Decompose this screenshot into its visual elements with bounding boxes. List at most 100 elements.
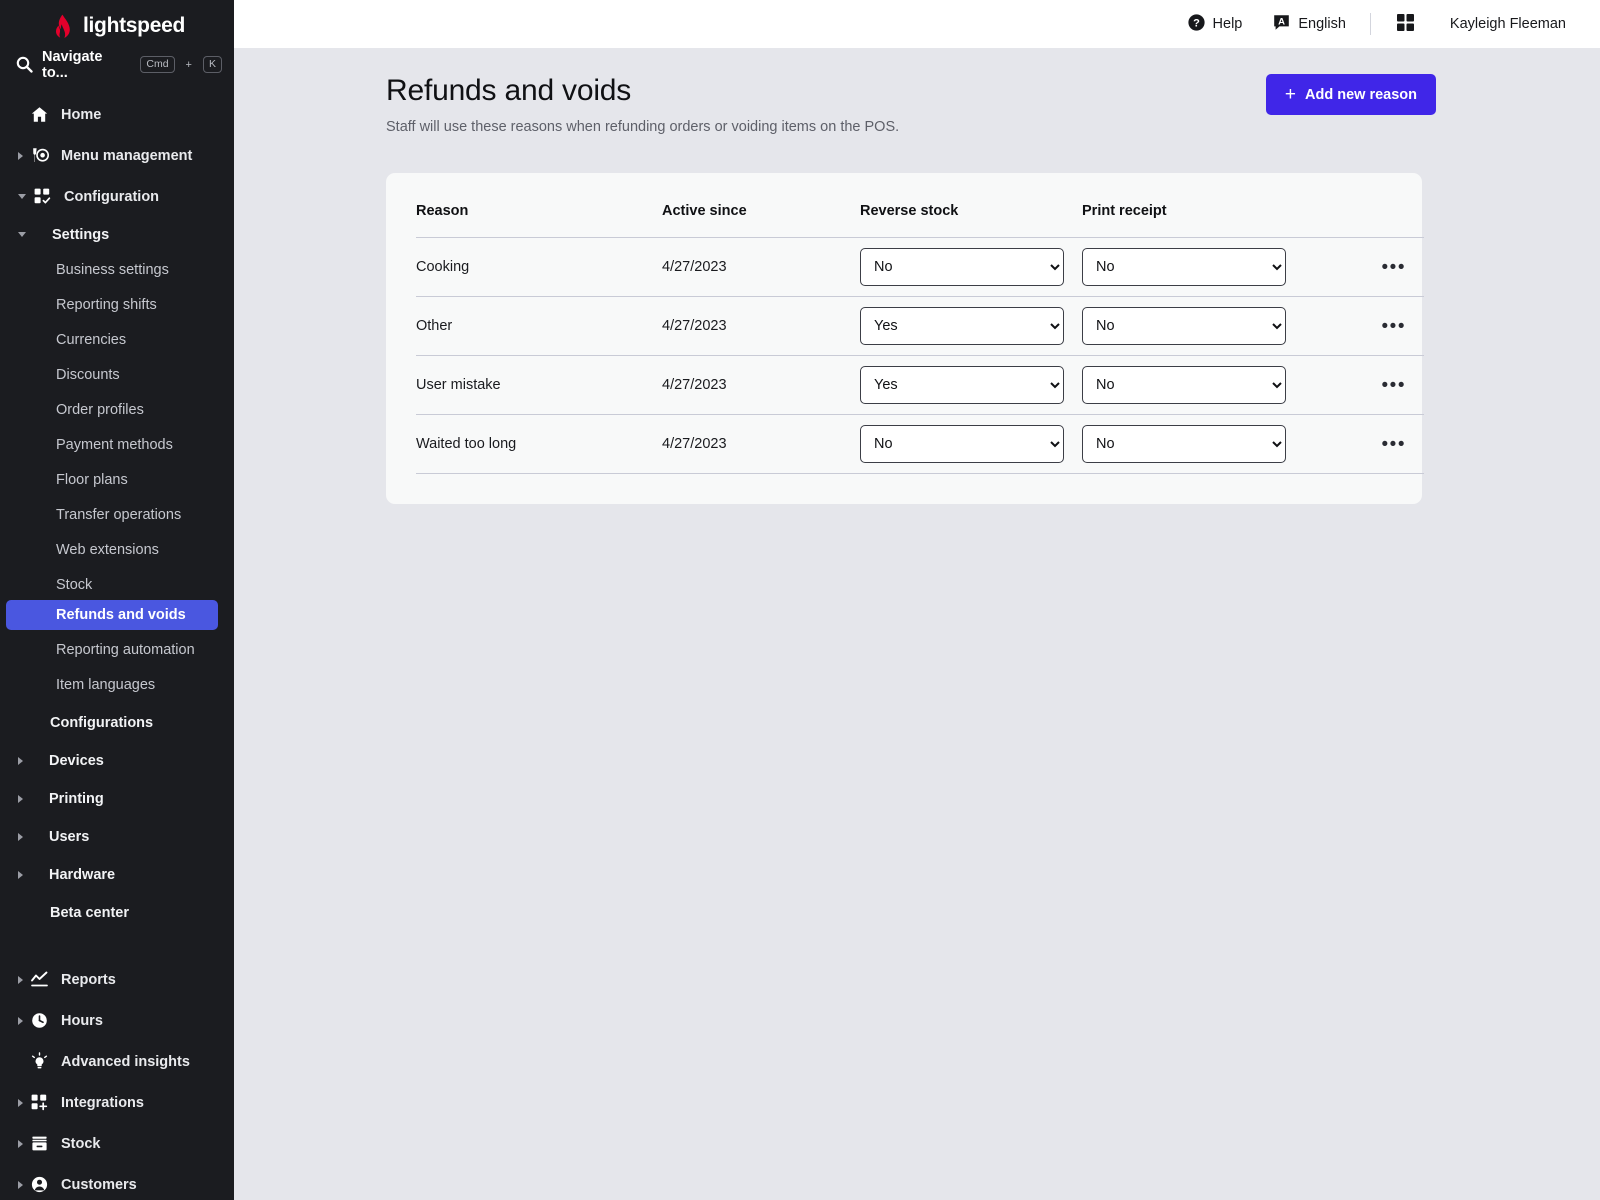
row-menu-button[interactable]: ••• [1376, 431, 1412, 458]
table-head: Reason Active since Reverse stock Print … [416, 199, 1424, 238]
reverse-stock-select[interactable]: YesNo [860, 307, 1064, 345]
chevron-right-icon[interactable] [18, 151, 23, 160]
chevron-down-icon[interactable] [18, 232, 26, 238]
sidebar-item-refunds-and-voids[interactable]: Refunds and voids [6, 599, 218, 630]
user-menu[interactable]: Kayleigh Fleeman [1450, 16, 1566, 32]
table-header-row: Reason Active since Reverse stock Print … [416, 199, 1424, 238]
sidebar-item-users[interactable]: Users [0, 822, 234, 852]
chevron-right-icon[interactable] [18, 1139, 23, 1148]
chevron-down-icon[interactable] [18, 194, 26, 200]
sidebar-item-menu-management[interactable]: Menu management [0, 141, 234, 171]
chevron-right-icon[interactable] [18, 870, 23, 879]
sidebar-item-transfer-operations[interactable]: Transfer operations [0, 500, 234, 530]
sidebar-divider-gap [0, 928, 234, 954]
sidebar-item-devices[interactable]: Devices [0, 746, 234, 776]
sidebar-item-configuration[interactable]: Configuration [0, 182, 234, 212]
chevron-right-icon[interactable] [18, 975, 23, 984]
column-header-reverse-stock: Reverse stock [860, 199, 1082, 238]
sidebar-item-integrations[interactable]: Integrations [0, 1088, 234, 1118]
chevron-right-icon[interactable] [18, 756, 23, 765]
apps-grid-button[interactable] [1395, 12, 1416, 37]
chevron-right-icon[interactable] [18, 1016, 23, 1025]
language-selector[interactable]: A English [1272, 13, 1346, 36]
cell-print-receipt: YesNo [1082, 296, 1304, 356]
column-header-active-since: Active since [662, 199, 860, 238]
sidebar-item-label: Printing [49, 790, 104, 807]
user-name-label: Kayleigh Fleeman [1449, 16, 1566, 32]
grid-icon [1395, 12, 1416, 37]
sidebar-item-configurations[interactable]: Configurations [0, 708, 234, 738]
sidebar-item-label: Business settings [56, 261, 169, 278]
sidebar-item-web-extensions[interactable]: Web extensions [0, 535, 234, 565]
sidebar-item-order-profiles[interactable]: Order profiles [0, 395, 234, 425]
chevron-right-icon[interactable] [18, 832, 23, 841]
sidebar-item-label: Integrations [61, 1094, 144, 1111]
table-body: Cooking 4/27/2023 YesNo YesNo ••• [416, 237, 1424, 474]
cell-reverse-stock: YesNo [860, 414, 1082, 474]
row-menu-button[interactable]: ••• [1376, 313, 1412, 340]
sidebar-item-beta-center[interactable]: Beta center [0, 898, 234, 928]
sidebar-item-item-languages[interactable]: Item languages [0, 670, 234, 700]
sidebar-item-label: Floor plans [56, 471, 128, 488]
sidebar-item-label: Users [49, 828, 90, 845]
brand-name: lightspeed [82, 14, 185, 38]
chevron-right-icon[interactable] [18, 794, 23, 803]
sidebar-item-floor-plans[interactable]: Floor plans [0, 465, 234, 495]
topbar-divider [1369, 13, 1371, 35]
sidebar-item-customers[interactable]: Customers [0, 1170, 234, 1200]
print-receipt-select[interactable]: YesNo [1082, 425, 1286, 463]
lightspeed-flame-icon [49, 13, 75, 39]
cell-reason: User mistake [416, 355, 662, 415]
reverse-stock-select[interactable]: YesNo [860, 425, 1064, 463]
sidebar-item-discounts[interactable]: Discounts [0, 360, 234, 390]
sidebar-nav: Home Menu management Configuration Setti… [0, 81, 234, 1200]
reasons-table: Reason Active since Reverse stock Print … [416, 199, 1424, 474]
sidebar-item-label: Devices [49, 752, 104, 769]
print-receipt-select[interactable]: YesNo [1082, 248, 1286, 286]
sidebar-item-business-settings[interactable]: Business settings [0, 255, 234, 285]
help-button[interactable]: ? Help [1187, 13, 1242, 36]
sidebar-item-stock[interactable]: Stock [0, 1129, 234, 1159]
sidebar-item-label: Settings [52, 226, 110, 243]
sidebar-item-reporting-shifts[interactable]: Reporting shifts [0, 290, 234, 320]
sidebar-item-reports[interactable]: Reports [0, 965, 234, 995]
sidebar-item-settings[interactable]: Settings [0, 220, 234, 250]
navigate-to-search[interactable]: Navigate to... Cmd + K [0, 49, 234, 81]
sidebar-item-hardware[interactable]: Hardware [0, 860, 234, 890]
language-label: English [1298, 16, 1346, 32]
page-title: Refunds and voids [386, 74, 632, 107]
chevron-right-icon[interactable] [18, 1180, 23, 1189]
chevron-right-icon[interactable] [18, 1098, 23, 1107]
row-menu-button[interactable]: ••• [1376, 372, 1412, 399]
sidebar-item-currencies[interactable]: Currencies [0, 325, 234, 355]
sidebar-item-advanced-insights[interactable]: Advanced insights [0, 1047, 234, 1077]
sidebar-item-label: Discounts [56, 366, 120, 383]
sidebar-item-label: Item languages [56, 676, 156, 693]
sidebar-item-stock-settings[interactable]: Stock [0, 570, 234, 600]
brand-logo[interactable]: lightspeed [0, 0, 234, 47]
reverse-stock-select[interactable]: YesNo [860, 366, 1064, 404]
topbar: ? Help A English Kayleigh Fleeman [234, 0, 1600, 48]
app-root: lightspeed Navigate to... Cmd + K Home M… [0, 0, 1600, 1200]
add-new-reason-button[interactable]: + Add new reason [1265, 74, 1436, 115]
sidebar-item-hours[interactable]: Hours [0, 1006, 234, 1036]
reverse-stock-select[interactable]: YesNo [860, 248, 1064, 286]
sidebar-item-home[interactable]: Home [0, 100, 234, 130]
sidebar-item-payment-methods[interactable]: Payment methods [0, 430, 234, 460]
sidebar-item-label: Transfer operations [56, 506, 182, 523]
row-menu-button[interactable]: ••• [1376, 254, 1412, 281]
column-header-reason: Reason [416, 199, 662, 238]
menu-management-icon [30, 146, 49, 165]
print-receipt-select[interactable]: YesNo [1082, 307, 1286, 345]
stock-icon [30, 1134, 49, 1153]
sidebar-item-label: Menu management [61, 147, 193, 164]
column-header-actions [1304, 199, 1424, 238]
sidebar-item-label: Configurations [50, 714, 154, 731]
cell-reverse-stock: YesNo [860, 237, 1082, 297]
sidebar-item-printing[interactable]: Printing [0, 784, 234, 814]
print-receipt-select[interactable]: YesNo [1082, 366, 1286, 404]
clock-icon [30, 1011, 49, 1030]
sidebar-item-label: Advanced insights [61, 1053, 190, 1070]
sidebar-item-reporting-automation[interactable]: Reporting automation [0, 635, 234, 665]
svg-text:?: ? [1193, 17, 1200, 29]
